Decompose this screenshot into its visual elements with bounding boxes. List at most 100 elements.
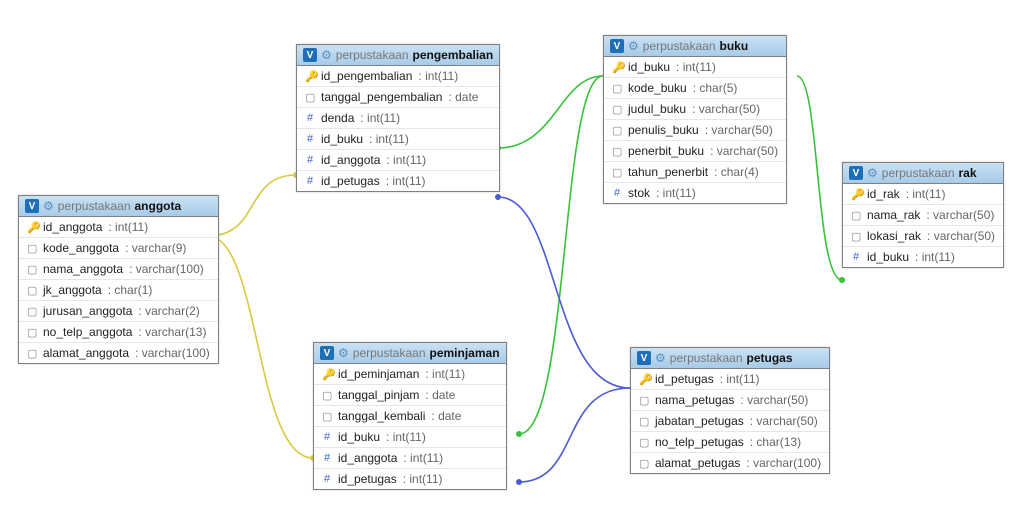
- column-type: : varchar(50): [705, 123, 773, 137]
- table-buku[interactable]: V⚙perpustakaan buku🔑id_buku: int(11)▢kod…: [603, 35, 787, 204]
- column-type: : int(11): [720, 372, 760, 386]
- column-name: nama_anggota: [43, 262, 123, 276]
- column-icon: ▢: [612, 82, 622, 95]
- column-id_petugas[interactable]: #id_petugas: int(11): [314, 468, 506, 489]
- table-peminjaman[interactable]: V⚙perpustakaan peminjaman🔑id_peminjaman:…: [313, 342, 507, 490]
- column-tanggal_pengembalian[interactable]: ▢tanggal_pengembalian: date: [297, 86, 499, 107]
- column-kode_buku[interactable]: ▢kode_buku: char(5): [604, 77, 786, 98]
- column-penulis_buku[interactable]: ▢penulis_buku: varchar(50): [604, 119, 786, 140]
- column-tahun_penerbit[interactable]: ▢tahun_penerbit: char(4): [604, 161, 786, 182]
- db-name: perpustakaan: [670, 351, 743, 365]
- view-icon[interactable]: V: [25, 199, 39, 213]
- gear-icon[interactable]: ⚙: [655, 352, 666, 364]
- table-pengembalian[interactable]: V⚙perpustakaan pengembalian🔑id_pengembal…: [296, 44, 500, 192]
- column-penerbit_buku[interactable]: ▢penerbit_buku: varchar(50): [604, 140, 786, 161]
- column-name: kode_buku: [628, 81, 687, 95]
- column-jurusan_anggota[interactable]: ▢jurusan_anggota: varchar(2): [19, 300, 218, 321]
- column-name: id_buku: [338, 430, 380, 444]
- view-icon[interactable]: V: [320, 346, 334, 360]
- column-id_rak[interactable]: 🔑id_rak: int(11): [843, 184, 1003, 204]
- hash-icon: #: [322, 473, 332, 485]
- column-icon: ▢: [851, 209, 861, 222]
- column-alamat_anggota[interactable]: ▢alamat_anggota: varchar(100): [19, 342, 218, 363]
- column-name: kode_anggota: [43, 241, 119, 255]
- column-type: : int(11): [906, 187, 946, 201]
- column-id_anggota[interactable]: #id_anggota: int(11): [314, 447, 506, 468]
- db-name: perpustakaan: [336, 48, 409, 62]
- table-header[interactable]: V⚙perpustakaan petugas: [631, 348, 829, 369]
- table-name: anggota: [135, 199, 182, 213]
- table-header[interactable]: V⚙perpustakaan buku: [604, 36, 786, 57]
- column-lokasi_rak[interactable]: ▢lokasi_rak: varchar(50): [843, 225, 1003, 246]
- gear-icon[interactable]: ⚙: [628, 40, 639, 52]
- column-id_petugas[interactable]: 🔑id_petugas: int(11): [631, 369, 829, 389]
- db-name: perpustakaan: [643, 39, 716, 53]
- view-icon[interactable]: V: [637, 351, 651, 365]
- column-list: 🔑id_peminjaman: int(11)▢tanggal_pinjam: …: [314, 364, 506, 489]
- column-name: stok: [628, 186, 650, 200]
- column-name: tanggal_kembali: [338, 409, 425, 423]
- column-id_buku[interactable]: #id_buku: int(11): [843, 246, 1003, 267]
- column-type: : char(1): [108, 283, 153, 297]
- column-nama_anggota[interactable]: ▢nama_anggota: varchar(100): [19, 258, 218, 279]
- column-name: id_buku: [628, 60, 670, 74]
- table-name: rak: [959, 166, 977, 180]
- column-icon: ▢: [322, 389, 332, 402]
- column-id_anggota[interactable]: 🔑id_anggota: int(11): [19, 217, 218, 237]
- column-type: : int(11): [360, 111, 400, 125]
- column-icon: ▢: [27, 347, 37, 360]
- column-type: : int(11): [418, 69, 458, 83]
- column-icon: ▢: [612, 166, 622, 179]
- table-header[interactable]: V⚙perpustakaan pengembalian: [297, 45, 499, 66]
- column-stok[interactable]: #stok: int(11): [604, 182, 786, 203]
- column-id_anggota[interactable]: #id_anggota: int(11): [297, 149, 499, 170]
- column-jk_anggota[interactable]: ▢jk_anggota: char(1): [19, 279, 218, 300]
- column-type: : varchar(13): [138, 325, 206, 339]
- key-icon: 🔑: [305, 70, 315, 83]
- table-name: peminjaman: [430, 346, 500, 360]
- table-header[interactable]: V⚙perpustakaan anggota: [19, 196, 218, 217]
- column-denda[interactable]: #denda: int(11): [297, 107, 499, 128]
- column-id_petugas[interactable]: #id_petugas: int(11): [297, 170, 499, 191]
- column-type: : int(11): [403, 472, 443, 486]
- column-tanggal_kembali[interactable]: ▢tanggal_kembali: date: [314, 405, 506, 426]
- column-nama_petugas[interactable]: ▢nama_petugas: varchar(50): [631, 389, 829, 410]
- table-header[interactable]: V⚙perpustakaan rak: [843, 163, 1003, 184]
- column-name: lokasi_rak: [867, 229, 921, 243]
- column-type: : int(11): [386, 174, 426, 188]
- column-name: id_buku: [321, 132, 363, 146]
- column-alamat_petugas[interactable]: ▢alamat_petugas: varchar(100): [631, 452, 829, 473]
- view-icon[interactable]: V: [610, 39, 624, 53]
- table-rak[interactable]: V⚙perpustakaan rak🔑id_rak: int(11)▢nama_…: [842, 162, 1004, 268]
- column-kode_anggota[interactable]: ▢kode_anggota: varchar(9): [19, 237, 218, 258]
- column-id_buku[interactable]: #id_buku: int(11): [314, 426, 506, 447]
- column-type: : int(11): [108, 220, 148, 234]
- column-tanggal_pinjam[interactable]: ▢tanggal_pinjam: date: [314, 384, 506, 405]
- gear-icon[interactable]: ⚙: [43, 200, 54, 212]
- view-icon[interactable]: V: [849, 166, 863, 180]
- column-list: 🔑id_rak: int(11)▢nama_rak: varchar(50)▢l…: [843, 184, 1003, 267]
- gear-icon[interactable]: ⚙: [321, 49, 332, 61]
- column-name: jk_anggota: [43, 283, 102, 297]
- column-id_peminjaman[interactable]: 🔑id_peminjaman: int(11): [314, 364, 506, 384]
- table-anggota[interactable]: V⚙perpustakaan anggota🔑id_anggota: int(1…: [18, 195, 219, 364]
- column-judul_buku[interactable]: ▢judul_buku: varchar(50): [604, 98, 786, 119]
- gear-icon[interactable]: ⚙: [867, 167, 878, 179]
- column-type: : int(11): [386, 430, 426, 444]
- column-icon: ▢: [851, 230, 861, 243]
- column-type: : varchar(2): [138, 304, 199, 318]
- table-header[interactable]: V⚙perpustakaan peminjaman: [314, 343, 506, 364]
- column-type: : varchar(50): [692, 102, 760, 116]
- table-petugas[interactable]: V⚙perpustakaan petugas🔑id_petugas: int(1…: [630, 347, 830, 474]
- gear-icon[interactable]: ⚙: [338, 347, 349, 359]
- column-no_telp_anggota[interactable]: ▢no_telp_anggota: varchar(13): [19, 321, 218, 342]
- column-jabatan_petugas[interactable]: ▢jabatan_petugas: varchar(50): [631, 410, 829, 431]
- view-icon[interactable]: V: [303, 48, 317, 62]
- column-nama_rak[interactable]: ▢nama_rak: varchar(50): [843, 204, 1003, 225]
- column-no_telp_petugas[interactable]: ▢no_telp_petugas: char(13): [631, 431, 829, 452]
- column-id_buku[interactable]: 🔑id_buku: int(11): [604, 57, 786, 77]
- column-id_pengembalian[interactable]: 🔑id_pengembalian: int(11): [297, 66, 499, 86]
- hash-icon: #: [851, 251, 861, 263]
- column-type: : int(11): [676, 60, 716, 74]
- column-id_buku[interactable]: #id_buku: int(11): [297, 128, 499, 149]
